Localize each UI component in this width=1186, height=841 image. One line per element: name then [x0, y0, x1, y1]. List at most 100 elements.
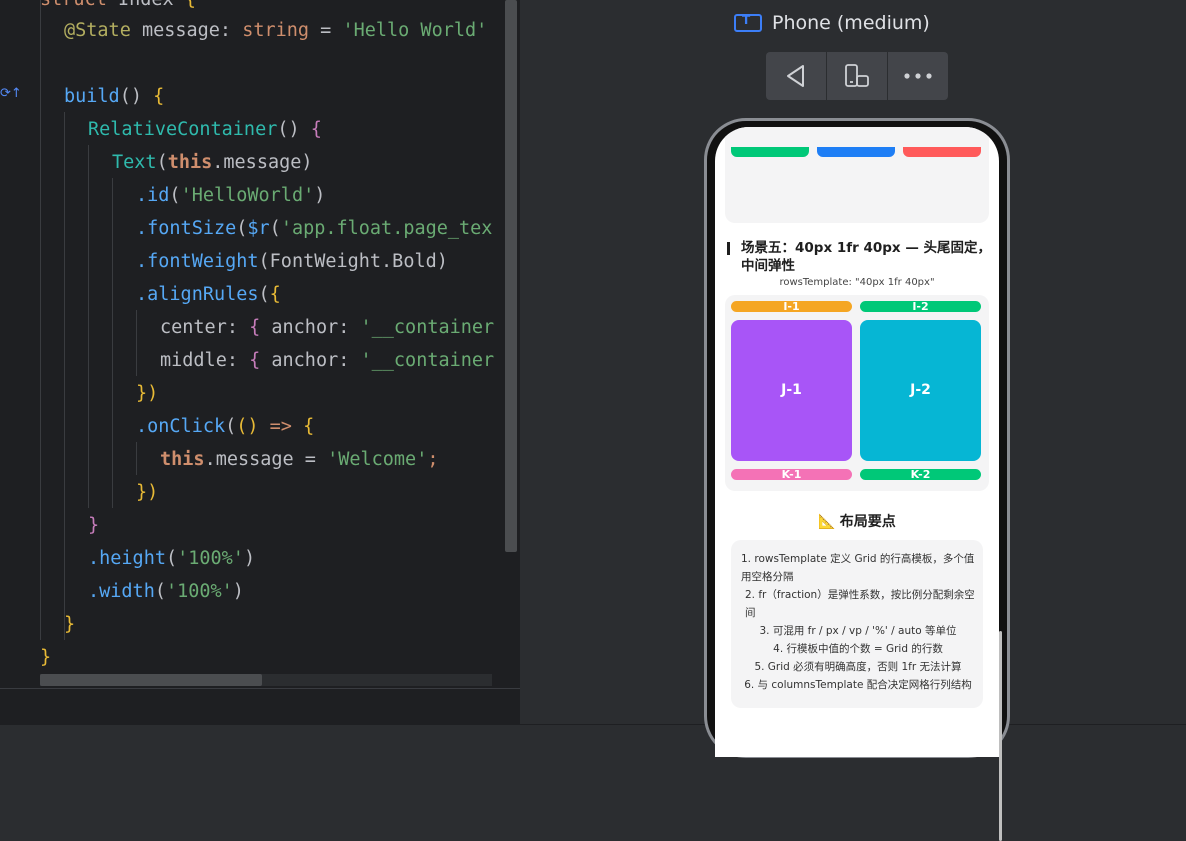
code-token: }): [136, 482, 159, 503]
code-token: (: [269, 218, 281, 239]
phone-screen[interactable]: 场景五：40px 1fr 40px — 头尾固定，中间弹性 rowsTempla…: [715, 127, 999, 757]
grid-item-k1[interactable]: K-1: [731, 468, 852, 481]
horizontal-scrollbar[interactable]: [40, 674, 262, 686]
code-line[interactable]: }: [40, 641, 51, 674]
code-token: (: [165, 548, 178, 569]
code-line[interactable]: center: { anchor: '__container: [160, 311, 494, 344]
code-token: @State: [64, 20, 131, 41]
code-line[interactable]: }: [88, 509, 99, 542]
phone-frame: 场景五：40px 1fr 40px — 头尾固定，中间弹性 rowsTempla…: [704, 118, 1010, 841]
code-token: ;: [427, 449, 439, 470]
code-line[interactable]: this.message = 'Welcome';: [160, 443, 438, 476]
triangle-back-icon: [787, 65, 804, 87]
code-line[interactable]: }): [136, 476, 158, 509]
code-token: this: [160, 449, 205, 470]
code-token: ): [232, 581, 244, 602]
code-token: this: [167, 152, 213, 173]
code-token: .onClick: [136, 416, 226, 437]
code-token: 'HelloWorld': [180, 185, 315, 206]
code-token: }: [40, 647, 52, 668]
code-token: anchor:: [260, 350, 361, 371]
code-token: {: [249, 350, 261, 371]
code-line[interactable]: .onClick(() => {: [136, 410, 314, 443]
code-token: '100%': [165, 581, 233, 602]
code-line[interactable]: RelativeContainer() {: [88, 113, 322, 146]
code-token: .message): [212, 152, 313, 173]
code-token: '__container: [360, 350, 495, 371]
grid-item-k2[interactable]: K-2: [860, 468, 981, 481]
code-token: .message =: [204, 449, 328, 470]
code-token: =>: [258, 416, 304, 437]
code-token: {: [249, 317, 261, 338]
phone-scrollbar[interactable]: [999, 631, 1002, 841]
code-token: {: [310, 119, 322, 140]
rotate-device-button[interactable]: [827, 52, 888, 100]
code-token: 'Hello World': [342, 20, 488, 41]
code-line[interactable]: .width('100%'): [88, 575, 244, 608]
code-line[interactable]: middle: { anchor: '__container: [160, 344, 494, 377]
tips-heading-text: 布局要点: [839, 514, 896, 530]
code-line[interactable]: Text(this.message): [112, 146, 313, 179]
grid-item-label: I-2: [912, 300, 929, 313]
code-token: 'Welcome': [327, 449, 428, 470]
code-line[interactable]: @State message: string = 'Hello World': [64, 14, 487, 47]
code-token: {: [269, 284, 281, 305]
override-gutter-icon[interactable]: ⟳↑: [0, 86, 22, 104]
code-token: center:: [160, 317, 250, 338]
code-line[interactable]: }): [136, 377, 158, 410]
code-editor[interactable]: ⟳↑ struct Index {@State message: string …: [0, 0, 520, 688]
code-token: .alignRules: [136, 284, 259, 305]
device-title[interactable]: Phone (medium): [734, 8, 930, 38]
code-token: RelativeContainer: [88, 119, 278, 140]
grid-item-i2[interactable]: I-2: [860, 300, 981, 313]
code-line[interactable]: .fontSize($r('app.float.page_tex: [136, 212, 492, 245]
code-token: string: [242, 20, 310, 41]
code-token: (): [277, 119, 311, 140]
code-line[interactable]: build() {: [64, 80, 164, 113]
code-token: (: [236, 218, 248, 239]
more-button[interactable]: [888, 52, 948, 100]
device-icon: [734, 13, 762, 32]
previous-grid-box: [725, 127, 989, 223]
vertical-scrollbar[interactable]: [505, 0, 517, 552]
code-token: Text: [112, 152, 157, 173]
grid-item-j2[interactable]: J-2: [860, 320, 981, 461]
code-token: .fontSize: [136, 218, 237, 239]
tip-item: 2. fr（fraction）是弹性系数，按比例分配剩余空间: [745, 589, 975, 619]
grid-item-label: K-1: [781, 468, 802, 481]
code-token: .fontWeight: [136, 251, 259, 272]
code-token: .width: [88, 581, 155, 602]
code-token: (: [225, 416, 237, 437]
grid-item-i1[interactable]: I-1: [731, 300, 852, 313]
back-button[interactable]: [766, 52, 827, 100]
code-token: {: [153, 86, 165, 107]
code-token: ): [243, 548, 256, 569]
tip-item: 3. 可混用 fr / px / vp / '%' / auto 等单位: [759, 625, 957, 637]
code-token: }): [136, 383, 159, 404]
code-token: $r: [247, 218, 270, 239]
code-line[interactable]: .height('100%'): [88, 542, 255, 575]
indent-guide: [136, 442, 137, 475]
code-token: ): [314, 185, 326, 206]
code-token: .id: [136, 185, 170, 206]
code-line[interactable]: }: [64, 608, 75, 641]
code-token: }: [88, 515, 100, 536]
code-line[interactable]: .id('HelloWorld'): [136, 179, 325, 212]
grid-item-j1[interactable]: J-1: [731, 320, 852, 461]
code-token: 'app.float.page_tex: [280, 218, 493, 239]
grid-item-label: J-1: [781, 381, 802, 398]
code-line[interactable]: .fontWeight(FontWeight.Bold): [136, 245, 448, 278]
tips-box: 1. rowsTemplate 定义 Grid 的行高模板，多个值用空格分隔 2…: [731, 540, 983, 708]
code-token: (: [169, 185, 181, 206]
editor-bottom-panel: [0, 688, 520, 725]
grid-item-bar: [731, 147, 809, 157]
code-token: struct: [40, 0, 107, 10]
code-line[interactable]: .alignRules({: [136, 278, 281, 311]
code-token: middle:: [160, 350, 250, 371]
indent-guide: [136, 310, 137, 376]
tips-heading: 📐 布局要点: [715, 511, 999, 531]
indent-guide: [64, 112, 65, 640]
tip-item: 5. Grid 必须有明确高度，否则 1fr 无法计算: [754, 661, 962, 673]
code-token: anchor:: [260, 317, 361, 338]
indent-guide: [112, 178, 113, 508]
